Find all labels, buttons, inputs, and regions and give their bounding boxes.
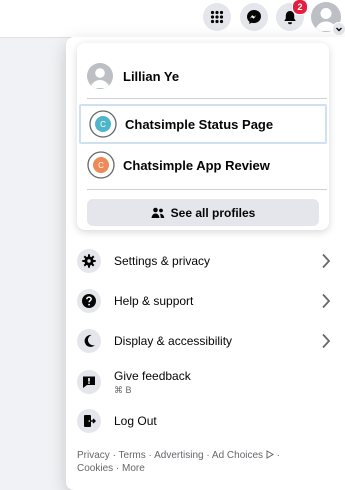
current-profile-row[interactable]: Lillian Ye [77,57,329,95]
moon-icon [77,329,101,353]
top-navigation-bar: 2 [0,0,345,38]
avatar-silhouette-icon [90,68,110,88]
privacy-link[interactable]: Privacy [77,450,110,461]
divider [87,189,327,190]
page-avatar: C [87,151,115,179]
display-accessibility-item[interactable]: Display & accessibility [77,324,339,358]
menu-item-label: Help & support [114,294,194,308]
cookies-link[interactable]: Cookies [77,463,113,474]
ad-choices-link[interactable]: Ad Choices [212,450,263,461]
see-all-profiles-label: See all profiles [170,205,256,220]
see-all-profiles-button[interactable]: See all profiles [87,199,319,226]
menu-item-label: Settings & privacy [114,254,211,268]
settings-privacy-item[interactable]: Settings & privacy [77,244,339,278]
chevron-right-icon [322,293,331,309]
chevron-down-icon [336,27,342,32]
feedback-icon [77,370,101,394]
profile-name: Chatsimple App Review [123,157,270,173]
menu-item-label: Give feedback [114,368,191,383]
profile-name: Lillian Ye [123,68,180,84]
people-icon [151,207,164,218]
question-icon [77,289,101,313]
profile-item-app-review[interactable]: C Chatsimple App Review [77,146,329,184]
notifications-button[interactable]: 2 [276,0,308,31]
more-link[interactable]: More [122,463,145,474]
log-out-item[interactable]: Log Out [77,404,339,438]
give-feedback-item[interactable]: Give feedback ⌘ B [77,364,339,400]
notification-badge: 2 [292,0,308,15]
page-avatar: C [89,110,117,138]
help-support-item[interactable]: Help & support [77,284,339,318]
account-caret[interactable] [332,22,345,36]
profiles-card: Lillian Ye C Chatsimple Status Page C Ch… [77,43,329,230]
account-dropdown-menu: Lillian Ye C Chatsimple Status Page C Ch… [66,37,345,490]
footer-links: Privacy · Terms · Advertising · Ad Choic… [77,450,280,474]
logout-icon [77,409,101,433]
switch-arrows-icon [89,110,117,138]
ad-choices-icon [266,450,274,459]
chevron-right-icon [322,333,331,349]
menu-item-label: Log Out [114,414,157,428]
menu-item-label: Display & accessibility [114,334,233,348]
switch-arrows-icon [87,151,115,179]
gear-icon [77,249,101,273]
profile-name: Chatsimple Status Page [125,116,274,132]
grid-icon [210,10,224,24]
chevron-right-icon [322,253,331,269]
advertising-link[interactable]: Advertising [154,450,203,461]
messenger-icon [247,10,261,24]
feedback-text-group: Give feedback ⌘ B [114,369,191,396]
profile-item-status-page[interactable]: C Chatsimple Status Page [79,104,327,144]
divider [87,98,327,99]
terms-link[interactable]: Terms [119,450,146,461]
menu-grid-button[interactable] [203,3,231,31]
messenger-button[interactable] [240,3,268,31]
keyboard-shortcut: ⌘ B [114,384,132,395]
profile-avatar [87,63,113,89]
